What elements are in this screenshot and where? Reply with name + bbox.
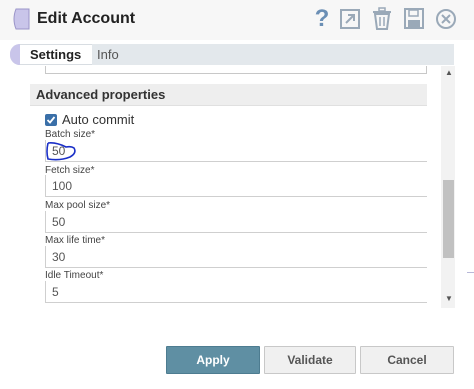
- tab-info[interactable]: Info: [97, 47, 119, 62]
- auto-commit-label: Auto commit: [62, 112, 135, 127]
- validate-button[interactable]: Validate: [264, 346, 356, 374]
- save-icon[interactable]: [402, 6, 426, 32]
- max-life-time-label: Max life time*: [45, 235, 106, 246]
- auto-commit-checkbox[interactable]: [45, 114, 57, 126]
- batch-size-input[interactable]: 50: [45, 140, 427, 162]
- tab-settings[interactable]: Settings: [10, 44, 92, 65]
- max-pool-size-input[interactable]: 50: [45, 211, 427, 233]
- dialog-title: Edit Account: [37, 10, 136, 27]
- batch-size-label: Batch size*: [45, 129, 96, 140]
- previous-field: [45, 66, 427, 74]
- scrollbar-thumb[interactable]: [443, 180, 454, 258]
- delete-icon[interactable]: [370, 6, 394, 32]
- scroll-up-arrow-icon[interactable]: ▲: [445, 68, 453, 77]
- dialog-header: Edit Account ?: [0, 0, 474, 40]
- apply-button[interactable]: Apply: [166, 346, 260, 374]
- fetch-size-input[interactable]: 100: [45, 175, 427, 197]
- window-edge-divider: [467, 272, 474, 273]
- section-title: Advanced properties: [36, 87, 166, 102]
- pen-annotation-circle: [46, 142, 76, 161]
- advanced-properties-section: Advanced properties: [30, 84, 427, 106]
- snap-logo-icon: [13, 8, 30, 30]
- cancel-button[interactable]: Cancel: [360, 346, 454, 374]
- max-pool-size-label: Max pool size*: [45, 200, 111, 211]
- close-icon[interactable]: [434, 6, 458, 32]
- help-icon[interactable]: ?: [310, 6, 334, 32]
- scroll-down-arrow-icon[interactable]: ▼: [445, 294, 453, 303]
- export-icon[interactable]: [338, 6, 362, 32]
- checkmark-icon: [46, 116, 56, 124]
- max-life-time-input[interactable]: 30: [45, 246, 427, 268]
- idle-timeout-label: Idle Timeout*: [45, 270, 104, 281]
- settings-panel: Advanced properties Auto commit Batch si…: [0, 66, 474, 308]
- idle-timeout-input[interactable]: 5: [45, 281, 427, 303]
